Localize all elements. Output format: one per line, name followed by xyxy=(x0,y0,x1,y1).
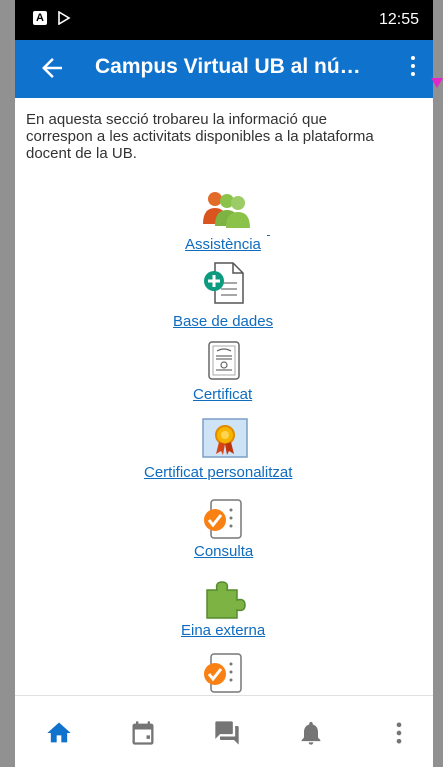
overflow-menu-icon[interactable] xyxy=(407,56,419,82)
external-tool-icon xyxy=(206,581,246,619)
decorative-pink-marker xyxy=(431,78,443,88)
device-frame: A 12:55 Campus Virtual UB al nú… En aque… xyxy=(0,0,443,767)
module-label[interactable]: Base de dades xyxy=(173,313,273,330)
certificate-icon xyxy=(208,341,240,380)
calendar-icon[interactable] xyxy=(129,719,157,747)
module-label[interactable]: Certificat personalitzat xyxy=(144,464,292,481)
attendance-icon xyxy=(203,192,250,228)
back-arrow-icon[interactable] xyxy=(37,53,67,83)
status-left-icons: A xyxy=(33,11,71,25)
status-bar: A 12:55 xyxy=(15,0,433,40)
bottom-navigation xyxy=(15,695,433,767)
notifications-icon[interactable] xyxy=(297,719,325,747)
page-title: Campus Virtual UB al nú… xyxy=(95,55,361,78)
messages-icon[interactable] xyxy=(213,719,241,747)
choice-icon xyxy=(204,499,242,539)
home-icon[interactable] xyxy=(45,719,73,747)
app-bar: Campus Virtual UB al nú… xyxy=(15,40,433,98)
module-label[interactable]: Consulta xyxy=(194,543,253,560)
phone-screen: A 12:55 Campus Virtual UB al nú… En aque… xyxy=(15,0,433,767)
module-label[interactable]: Eina externa xyxy=(181,622,265,639)
module-label[interactable]: Certificat xyxy=(193,386,252,403)
module-label[interactable]: Assistència xyxy=(185,236,261,253)
status-time: 12:55 xyxy=(378,11,419,28)
notification-a-icon: A xyxy=(33,11,47,25)
play-store-icon xyxy=(58,11,71,25)
more-icon[interactable] xyxy=(385,719,413,747)
intro-text: En aquesta secció trobareu la informació… xyxy=(26,111,374,162)
choice-icon xyxy=(204,653,242,693)
main-content: En aquesta secció trobareu la informació… xyxy=(15,98,433,695)
database-icon xyxy=(204,262,244,304)
custom-certificate-icon xyxy=(202,418,248,458)
